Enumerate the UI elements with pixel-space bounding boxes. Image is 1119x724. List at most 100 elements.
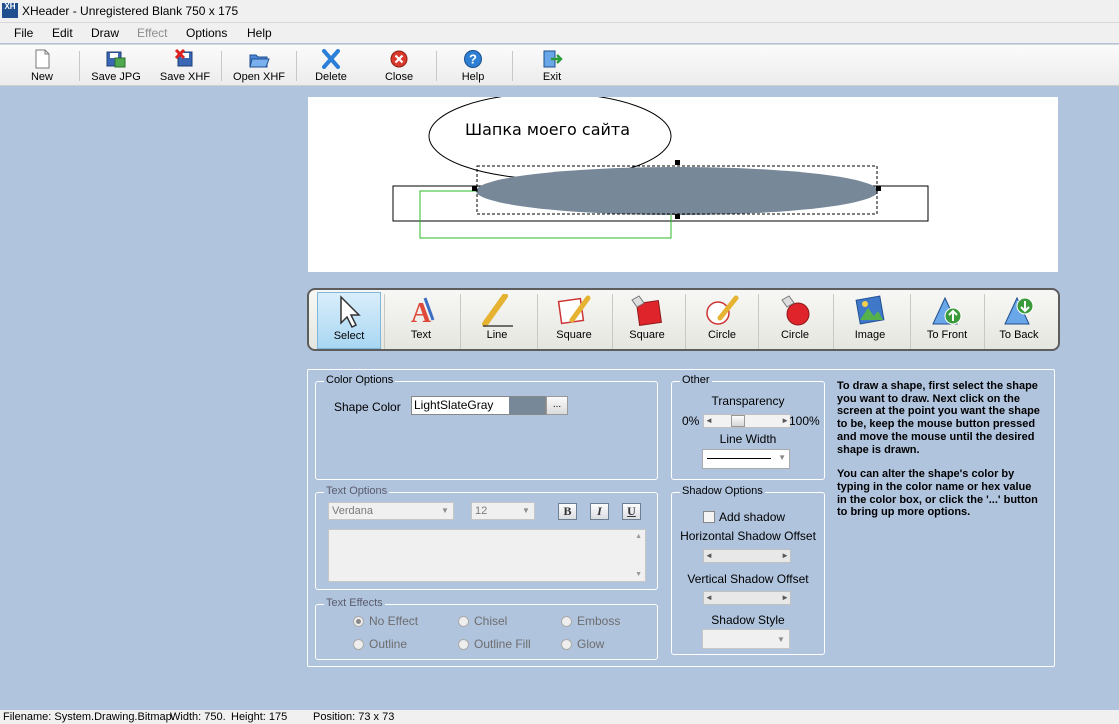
resize-handle-right[interactable]	[876, 186, 881, 191]
menu-edit[interactable]: Edit	[52, 26, 73, 40]
outline-fill-radio[interactable]	[458, 639, 469, 650]
h-offset-slider[interactable]: ◄ ►	[703, 549, 791, 563]
scroll-down-icon[interactable]: ▼	[635, 571, 642, 578]
text-content-area[interactable]: ▲ ▼	[328, 529, 646, 582]
emboss-radio[interactable]	[561, 616, 572, 627]
chisel-radio[interactable]	[458, 616, 469, 627]
instructions-paragraph: You can alter the shape's color by typin…	[837, 468, 1038, 519]
v-offset-label: Vertical Shadow Offset	[687, 572, 809, 586]
line-width-label: Line Width	[719, 432, 777, 446]
to-front-button[interactable]: To Front	[912, 292, 982, 349]
tool-separator	[758, 294, 759, 349]
slider-right-arrow-icon[interactable]: ►	[781, 592, 789, 604]
draw-tools-bar: Select A Text Line Square Square Circle …	[307, 288, 1060, 351]
pencil-line-icon	[482, 294, 513, 327]
select-tool-button[interactable]: Select	[317, 292, 381, 349]
circle-tool-button[interactable]: Circle	[687, 292, 757, 349]
v-offset-slider[interactable]: ◄ ►	[703, 591, 791, 605]
menu-draw[interactable]: Draw	[91, 26, 119, 40]
line-width-select[interactable]: ▼	[702, 449, 790, 469]
outline-fill-label: Outline Fill	[474, 637, 531, 651]
other-group: Other Transparency 0% ◄ ► 100% Line Widt…	[671, 374, 825, 480]
open-xhf-button[interactable]: Open XHF	[229, 47, 289, 83]
transparency-min-label: 0%	[682, 414, 700, 428]
resize-handle-top[interactable]	[675, 160, 680, 165]
exit-door-icon	[543, 50, 563, 68]
square-filled-icon	[631, 295, 662, 326]
status-bar: Filename: System.Drawing.Bitmap. Width: …	[0, 710, 1119, 724]
line-tool-button[interactable]: Line	[462, 292, 532, 349]
to-front-icon	[932, 296, 962, 325]
shadow-options-group: Shadow Options Add shadow Horizontal Sha…	[671, 485, 825, 655]
emboss-label: Emboss	[577, 614, 621, 628]
font-select[interactable]: Verdana ▼	[328, 502, 454, 520]
resize-handle-bottom[interactable]	[675, 214, 680, 219]
slider-left-arrow-icon[interactable]: ◄	[705, 550, 713, 562]
square-tool-button[interactable]: Square	[539, 292, 609, 349]
filled-square-tool-button[interactable]: Square	[612, 292, 682, 349]
help-icon: ?	[464, 50, 482, 68]
color-browse-button[interactable]: ...	[546, 396, 568, 415]
delete-x-icon	[322, 49, 340, 69]
no-effect-radio[interactable]	[353, 616, 364, 627]
exit-button[interactable]: Exit	[522, 47, 582, 83]
save-xhf-icon	[174, 49, 193, 67]
add-shadow-checkbox[interactable]	[703, 511, 715, 523]
filled-circle-tool-button[interactable]: Circle	[760, 292, 830, 349]
delete-button[interactable]: Delete	[301, 47, 361, 83]
shadow-style-select[interactable]: ▼	[702, 629, 790, 649]
new-button[interactable]: New	[12, 47, 72, 83]
shape-color-field[interactable]: LightSlateGray	[411, 396, 546, 415]
outline-radio[interactable]	[353, 639, 364, 650]
glow-radio[interactable]	[561, 639, 572, 650]
help-button[interactable]: ? Help	[443, 47, 503, 83]
header-text[interactable]: Шапка моего сайта	[465, 120, 630, 139]
close-button[interactable]: Close	[369, 47, 429, 83]
underline-button[interactable]: U	[622, 503, 641, 520]
open-folder-icon	[249, 54, 270, 68]
menu-options[interactable]: Options	[186, 26, 227, 40]
slider-right-arrow-icon[interactable]: ►	[781, 415, 789, 427]
options-panel: Color Options Shape Color LightSlateGray…	[307, 369, 1055, 667]
chisel-label: Chisel	[474, 614, 508, 628]
tool-separator	[685, 294, 686, 349]
toolbar-separator	[436, 51, 437, 81]
toolbar-separator	[296, 51, 297, 81]
text-options-title: Text Options	[324, 485, 390, 497]
slider-right-arrow-icon[interactable]: ►	[781, 550, 789, 562]
slider-left-arrow-icon[interactable]: ◄	[705, 592, 713, 604]
scroll-up-icon[interactable]: ▲	[635, 533, 642, 540]
drawing-canvas[interactable]: Шапка моего сайта	[308, 97, 1058, 272]
menu-help[interactable]: Help	[247, 26, 272, 40]
italic-button[interactable]: I	[590, 503, 609, 520]
save-jpg-button[interactable]: Save JPG	[86, 47, 146, 83]
transparency-slider-thumb[interactable]	[730, 415, 745, 427]
color-options-title: Color Options	[324, 374, 396, 386]
svg-text:A: A	[411, 298, 432, 328]
image-tool-button[interactable]: Image	[835, 292, 905, 349]
tool-separator	[833, 294, 834, 349]
slider-left-arrow-icon[interactable]: ◄	[705, 415, 713, 427]
status-width: Width: 750.	[170, 711, 226, 723]
add-shadow-label: Add shadow	[719, 510, 786, 524]
resize-handle-left[interactable]	[472, 186, 477, 191]
to-back-button[interactable]: To Back	[984, 292, 1054, 349]
h-offset-label: Horizontal Shadow Offset	[680, 529, 816, 543]
selected-gray-ellipse[interactable]	[476, 167, 878, 215]
color-options-group: Color Options Shape Color LightSlateGray…	[315, 374, 658, 480]
instructions-paragraph: To draw a shape, first select the shape …	[837, 380, 1040, 456]
font-size-select[interactable]: 12 ▼	[471, 502, 535, 520]
circle-outline-icon	[706, 295, 739, 325]
shape-color-input[interactable]: LightSlateGray	[412, 397, 509, 414]
bold-button[interactable]: B	[558, 503, 577, 520]
tool-separator	[537, 294, 538, 349]
other-title: Other	[680, 374, 712, 386]
menu-file[interactable]: File	[14, 26, 33, 40]
save-xhf-button[interactable]: Save XHF	[155, 47, 215, 83]
window-title: XHeader - Unregistered Blank 750 x 175	[22, 4, 239, 18]
transparency-slider[interactable]: ◄ ►	[703, 414, 791, 428]
text-tool-button[interactable]: A Text	[386, 292, 456, 349]
text-effects-title: Text Effects	[324, 597, 385, 609]
menu-effect[interactable]: Effect	[137, 26, 167, 40]
shape-color-label: Shape Color	[334, 400, 401, 414]
